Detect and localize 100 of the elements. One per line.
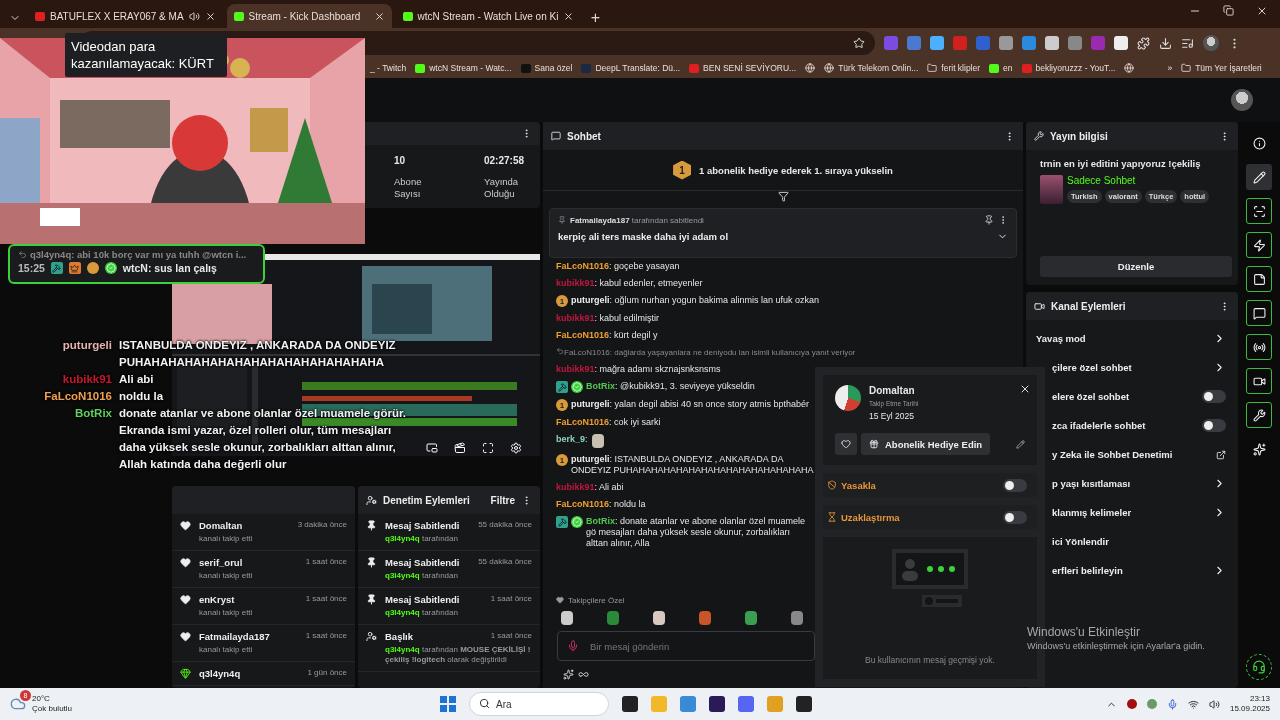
settings-icon[interactable] bbox=[510, 442, 522, 454]
filter-icon[interactable] bbox=[777, 191, 789, 202]
browser-tab[interactable]: wtcN Stream - Watch Live on Ki bbox=[395, 4, 582, 28]
note-icon bbox=[1252, 272, 1266, 286]
filter-button[interactable]: Filtre bbox=[490, 494, 515, 506]
channel-action[interactable]: p yaşı kısıtlaması bbox=[1052, 478, 1131, 489]
event-time: 55 dakika önce bbox=[478, 520, 532, 531]
windows-start-icon[interactable] bbox=[440, 696, 456, 712]
more-bookmarks-button[interactable]: » bbox=[1167, 63, 1173, 73]
gift-sub-button[interactable]: Abonelik Hediye Edin bbox=[861, 433, 991, 455]
browser-tab[interactable]: BATUFLEX X ERAY067 & MA bbox=[28, 4, 223, 28]
follow-button[interactable] bbox=[835, 433, 857, 455]
unpin-icon[interactable] bbox=[984, 215, 994, 225]
close-icon[interactable] bbox=[1256, 5, 1268, 17]
rail-button[interactable] bbox=[1246, 300, 1272, 326]
channel-action[interactable]: çilere özel sohbet bbox=[1052, 362, 1132, 373]
user-avatar[interactable] bbox=[1231, 89, 1253, 111]
infinity-icon[interactable] bbox=[578, 669, 589, 680]
volume-icon[interactable] bbox=[1208, 698, 1220, 710]
emote-icon[interactable] bbox=[653, 611, 665, 625]
taskbar-search[interactable]: Ara bbox=[469, 692, 609, 716]
channel-action[interactable]: zca ifadelerle sohbet bbox=[1052, 420, 1146, 431]
emote-icon[interactable] bbox=[699, 611, 711, 625]
emote-icon[interactable] bbox=[561, 611, 573, 625]
bookmark[interactable]: Türk Telekom Onlin... bbox=[838, 63, 919, 73]
rail-button[interactable] bbox=[1246, 334, 1272, 360]
star-icon[interactable] bbox=[853, 37, 865, 49]
toggle-switch[interactable] bbox=[1003, 510, 1027, 524]
pencil-icon[interactable] bbox=[1016, 439, 1025, 449]
rail-button[interactable] bbox=[1246, 232, 1272, 258]
clock-time: 23:13 bbox=[1249, 694, 1270, 704]
channel-action[interactable]: ici Yönlendir bbox=[1052, 536, 1109, 547]
stat-value: 10 bbox=[394, 155, 407, 166]
rail-button[interactable] bbox=[1246, 266, 1272, 292]
edit-button[interactable]: Düzenle bbox=[1040, 256, 1232, 277]
close-icon[interactable] bbox=[204, 10, 216, 22]
globe-icon bbox=[805, 63, 816, 73]
bookmark[interactable]: ferit klipler bbox=[941, 63, 981, 73]
rail-button[interactable] bbox=[1246, 198, 1272, 224]
message-input[interactable]: Bir mesaj gönderin bbox=[557, 631, 815, 661]
profile-avatar[interactable] bbox=[1203, 35, 1219, 51]
bookmark[interactable]: Sana özel bbox=[534, 63, 573, 73]
event-action: kanalı takip etti bbox=[199, 534, 254, 544]
shield-icon bbox=[827, 480, 837, 490]
event-time: 1 saat önce bbox=[490, 631, 532, 642]
close-button[interactable] bbox=[1019, 383, 1031, 395]
app-icon[interactable] bbox=[796, 696, 812, 712]
action-detail: q3l4yn4q tarafından bbox=[385, 534, 459, 544]
app-icon[interactable] bbox=[622, 696, 638, 712]
clip-icon[interactable] bbox=[454, 442, 466, 454]
media-icon[interactable] bbox=[1181, 36, 1194, 50]
network-icon[interactable] bbox=[1187, 698, 1199, 710]
download-icon[interactable] bbox=[1159, 36, 1172, 50]
heart-icon bbox=[180, 631, 191, 642]
bookmark[interactable]: DeepL Translate: Dü... bbox=[595, 63, 681, 73]
gift-icon bbox=[869, 439, 879, 449]
new-tab-button[interactable]: + bbox=[585, 8, 606, 28]
tooltip: Videodan para kazanılamayacak: KÜRT bbox=[65, 33, 227, 77]
restore-icon[interactable] bbox=[1223, 5, 1234, 16]
chat-message: BotRix: @kubikk91, 3. seviyeye yükseldin bbox=[586, 381, 755, 392]
chat-message: kubikk91: kabul edilmiştir bbox=[556, 313, 660, 324]
bookmark[interactable]: wtcN Stream - Watc... bbox=[429, 63, 512, 73]
picture-in-picture-icon[interactable] bbox=[426, 442, 438, 454]
bookmark[interactable]: en bbox=[1003, 63, 1013, 73]
tray-app-icon[interactable] bbox=[1126, 699, 1137, 709]
heart-icon bbox=[841, 439, 851, 449]
rail-button[interactable] bbox=[1246, 402, 1272, 428]
fullscreen-icon[interactable] bbox=[482, 442, 494, 454]
user-avatar bbox=[835, 385, 861, 411]
channel-action[interactable]: y Zeka ile Sohbet Denetimi bbox=[1052, 449, 1173, 460]
emote-icon[interactable] bbox=[791, 611, 803, 625]
bookmark[interactable]: bekliyoruzzz - YouT... bbox=[1035, 63, 1116, 73]
stat-label: Yayında Olduğu bbox=[484, 176, 520, 200]
channel-action[interactable]: erfleri belirleyin bbox=[1052, 565, 1123, 576]
channel-action[interactable]: klanmış kelimeler bbox=[1052, 507, 1132, 518]
kick-icon bbox=[233, 11, 244, 21]
rail-button[interactable] bbox=[1246, 164, 1272, 190]
toggle-switch[interactable] bbox=[1202, 419, 1226, 432]
close-icon[interactable] bbox=[563, 10, 575, 22]
emote-icon[interactable] bbox=[745, 611, 757, 625]
emote-icon[interactable] bbox=[607, 611, 619, 625]
user-edit-icon bbox=[366, 631, 377, 642]
category-link[interactable]: Sadece Sohbet bbox=[1067, 175, 1210, 186]
rail-button[interactable] bbox=[1246, 368, 1272, 394]
browser-tab[interactable]: Stream - Kick Dashboard bbox=[226, 4, 392, 28]
mic-icon[interactable] bbox=[1166, 698, 1178, 710]
close-icon[interactable] bbox=[373, 10, 385, 22]
bookmark[interactable]: _ - Twitch bbox=[370, 63, 407, 73]
stat-value: 02:27:58 bbox=[484, 155, 526, 166]
overlay-username: FaLcoN1016 bbox=[43, 389, 112, 404]
channel-action[interactable]: Yavaş mod bbox=[1036, 333, 1086, 344]
pin-icon bbox=[558, 216, 566, 224]
app-icon[interactable] bbox=[709, 696, 725, 712]
toggle-switch[interactable] bbox=[1003, 478, 1027, 492]
channel-action[interactable]: elere özel sohbet bbox=[1052, 391, 1130, 402]
panel-title: Yayın bilgisi bbox=[1050, 130, 1109, 142]
puzzle-icon[interactable] bbox=[1137, 36, 1150, 50]
bookmark[interactable]: BEN SENİ SEVİYORU... bbox=[703, 63, 797, 73]
toggle-switch[interactable] bbox=[1202, 390, 1226, 403]
bookmark[interactable]: Tüm Yer İşaretleri bbox=[1195, 63, 1262, 73]
